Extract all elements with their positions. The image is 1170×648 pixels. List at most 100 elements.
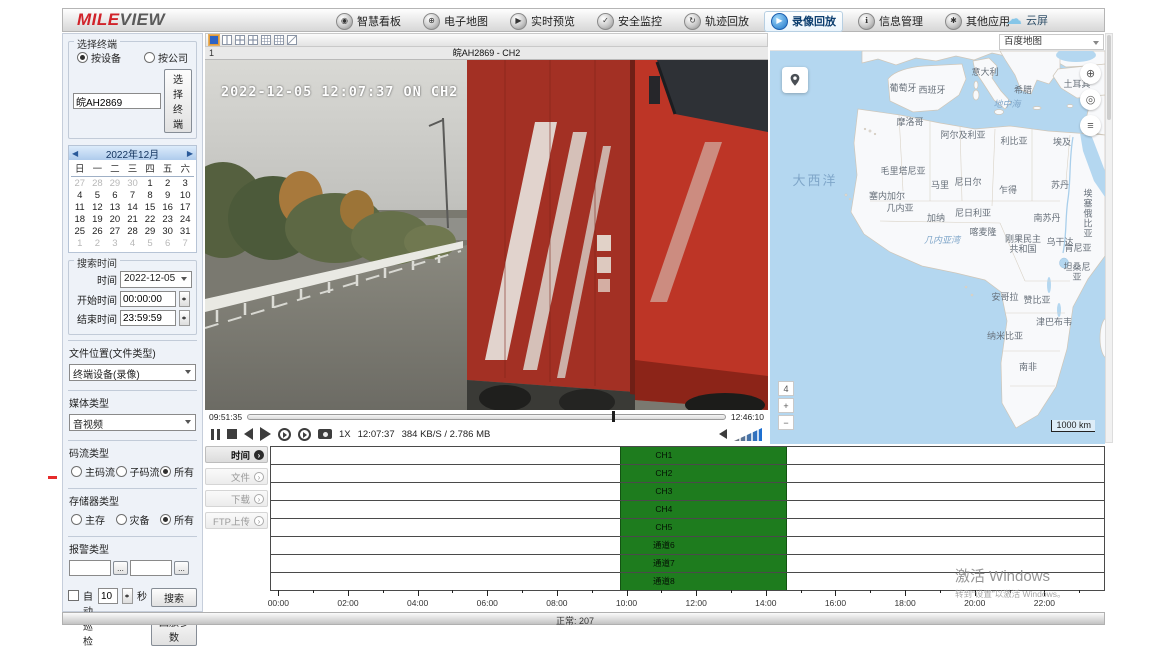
fullscreen-icon[interactable] — [287, 35, 297, 45]
fast-play-button[interactable] — [298, 428, 311, 441]
tab-download[interactable]: 下载› — [205, 490, 268, 507]
recording-block[interactable]: 通道7 — [620, 555, 787, 572]
map-provider-select[interactable]: 百度地图 — [999, 34, 1104, 50]
calendar-day[interactable]: 22 — [141, 214, 159, 225]
speaker-icon[interactable] — [719, 429, 727, 439]
locate-button[interactable] — [782, 67, 808, 93]
calendar-day[interactable]: 9 — [159, 190, 177, 201]
end-time-input[interactable] — [120, 310, 176, 326]
calendar-day[interactable]: 7 — [176, 238, 194, 249]
calendar-day[interactable]: 12 — [89, 202, 107, 213]
nav-item-录像回放[interactable]: ▶录像回放 — [764, 11, 843, 32]
plate-input[interactable] — [73, 93, 161, 109]
map-scrollbar[interactable] — [1105, 33, 1113, 443]
radio-backup-storage[interactable]: 灾备 — [116, 512, 150, 527]
alarm-type-input-1[interactable] — [69, 560, 111, 576]
nav-item-智慧看板[interactable]: ◉智慧看板 — [329, 11, 408, 32]
nav-item-轨迹回放[interactable]: ↻轨迹回放 — [677, 11, 756, 32]
map-layers-icon[interactable]: ≡ — [1080, 115, 1101, 136]
calendar-day[interactable]: 19 — [89, 214, 107, 225]
channel-row-CH4[interactable]: CH4 — [271, 501, 1104, 519]
calendar-day[interactable]: 3 — [176, 178, 194, 189]
calendar-day[interactable]: 27 — [71, 178, 89, 189]
search-button[interactable]: 搜索 — [151, 588, 197, 607]
recording-block[interactable]: 通道8 — [620, 573, 787, 590]
calendar-day[interactable]: 28 — [124, 226, 142, 237]
play-button[interactable] — [260, 427, 271, 441]
calendar-day[interactable]: 15 — [141, 202, 159, 213]
calendar-day[interactable]: 6 — [159, 238, 177, 249]
map-canvas[interactable]: 大西洋地中海几内亚湾葡萄牙西班牙意大利希腊土耳其摩洛哥阿尔及利亚利比亚埃及毛里塔… — [770, 51, 1105, 444]
calendar-day[interactable]: 3 — [106, 238, 124, 249]
map-zoom-in-button[interactable]: + — [778, 398, 794, 413]
channel-row-通道6[interactable]: 通道6 — [271, 537, 1104, 555]
nav-item-电子地图[interactable]: ⊕电子地图 — [416, 11, 495, 32]
end-time-spinner[interactable] — [179, 310, 190, 326]
channel-row-CH5[interactable]: CH5 — [271, 519, 1104, 537]
calendar-day[interactable]: 14 — [124, 202, 142, 213]
nav-item-实时预览[interactable]: ▶实时预览 — [503, 11, 582, 32]
layout-2-icon[interactable] — [222, 35, 232, 45]
calendar-day[interactable]: 18 — [71, 214, 89, 225]
calendar-day[interactable]: 5 — [89, 190, 107, 201]
calendar-day[interactable]: 4 — [124, 238, 142, 249]
calendar-day[interactable]: 29 — [141, 226, 159, 237]
recording-block[interactable]: CH5 — [620, 519, 787, 536]
channel-row-CH3[interactable]: CH3 — [271, 483, 1104, 501]
recording-block[interactable]: CH4 — [620, 501, 787, 518]
calendar-day[interactable]: 7 — [124, 190, 142, 201]
nav-item-信息管理[interactable]: ℹ信息管理 — [851, 11, 930, 32]
media-type-select[interactable]: 音视频 — [69, 414, 196, 431]
calendar-day[interactable]: 2 — [159, 178, 177, 189]
calendar-day[interactable]: 6 — [106, 190, 124, 201]
map-globe-icon[interactable]: ◎ — [1080, 89, 1101, 110]
tab-ftp-upload[interactable]: FTP上传› — [205, 512, 268, 529]
tab-file[interactable]: 文件› — [205, 468, 268, 485]
calendar-day[interactable]: 24 — [176, 214, 194, 225]
radio-all-streams[interactable]: 所有 — [160, 464, 194, 479]
calendar-day[interactable]: 2 — [89, 238, 107, 249]
layout-4-icon[interactable] — [235, 35, 245, 45]
seek-knob[interactable] — [612, 411, 615, 422]
map-zoom-out-button[interactable]: − — [778, 415, 794, 430]
alarm-type-input-2[interactable] — [130, 560, 172, 576]
radio-all-storage[interactable]: 所有 — [160, 512, 194, 527]
calendar-day[interactable]: 30 — [159, 226, 177, 237]
layout-8-icon[interactable] — [261, 35, 271, 45]
channel-row-CH2[interactable]: CH2 — [271, 465, 1104, 483]
calendar-day[interactable]: 25 — [71, 226, 89, 237]
pause-button[interactable] — [211, 429, 220, 440]
auto-patrol-interval-input[interactable] — [98, 588, 118, 604]
alarm-type-more-button-1[interactable]: ... — [113, 561, 128, 575]
slow-play-button[interactable] — [278, 428, 291, 441]
radio-main-storage[interactable]: 主存 — [71, 512, 105, 527]
calendar-day[interactable]: 20 — [106, 214, 124, 225]
calendar-day[interactable]: 11 — [71, 202, 89, 213]
radio-by-device[interactable]: 按设备 — [77, 50, 121, 65]
snapshot-button[interactable] — [318, 429, 332, 439]
file-location-select[interactable]: 终端设备(录像) — [69, 364, 196, 381]
radio-main-stream[interactable]: 主码流 — [71, 464, 115, 479]
map-gear-icon[interactable]: ⊕ — [1080, 63, 1101, 84]
scrollbar-thumb[interactable] — [1107, 35, 1111, 120]
calendar-day[interactable]: 23 — [159, 214, 177, 225]
date-select[interactable]: 2022-12-05 — [120, 271, 192, 288]
start-time-input[interactable] — [120, 291, 176, 307]
recording-block[interactable]: CH3 — [620, 483, 787, 500]
calendar-next-icon[interactable]: ▶ — [187, 149, 193, 158]
cloud-screen-button[interactable]: ☁ 云屏 — [1006, 12, 1048, 28]
channel-row-通道7[interactable]: 通道7 — [271, 555, 1104, 573]
layout-1-icon[interactable] — [209, 35, 219, 45]
seek-bar[interactable] — [247, 414, 726, 420]
calendar-day[interactable]: 10 — [176, 190, 194, 201]
calendar-day[interactable]: 5 — [141, 238, 159, 249]
recording-block[interactable]: 通道6 — [620, 537, 787, 554]
alarm-type-more-button-2[interactable]: ... — [174, 561, 189, 575]
calendar-day[interactable]: 1 — [71, 238, 89, 249]
calendar-day[interactable]: 17 — [176, 202, 194, 213]
calendar-prev-icon[interactable]: ◀ — [72, 149, 78, 158]
recording-block[interactable]: CH1 — [620, 447, 787, 464]
radio-by-company[interactable]: 按公司 — [144, 50, 188, 65]
calendar-day[interactable]: 21 — [124, 214, 142, 225]
calendar-day[interactable]: 13 — [106, 202, 124, 213]
